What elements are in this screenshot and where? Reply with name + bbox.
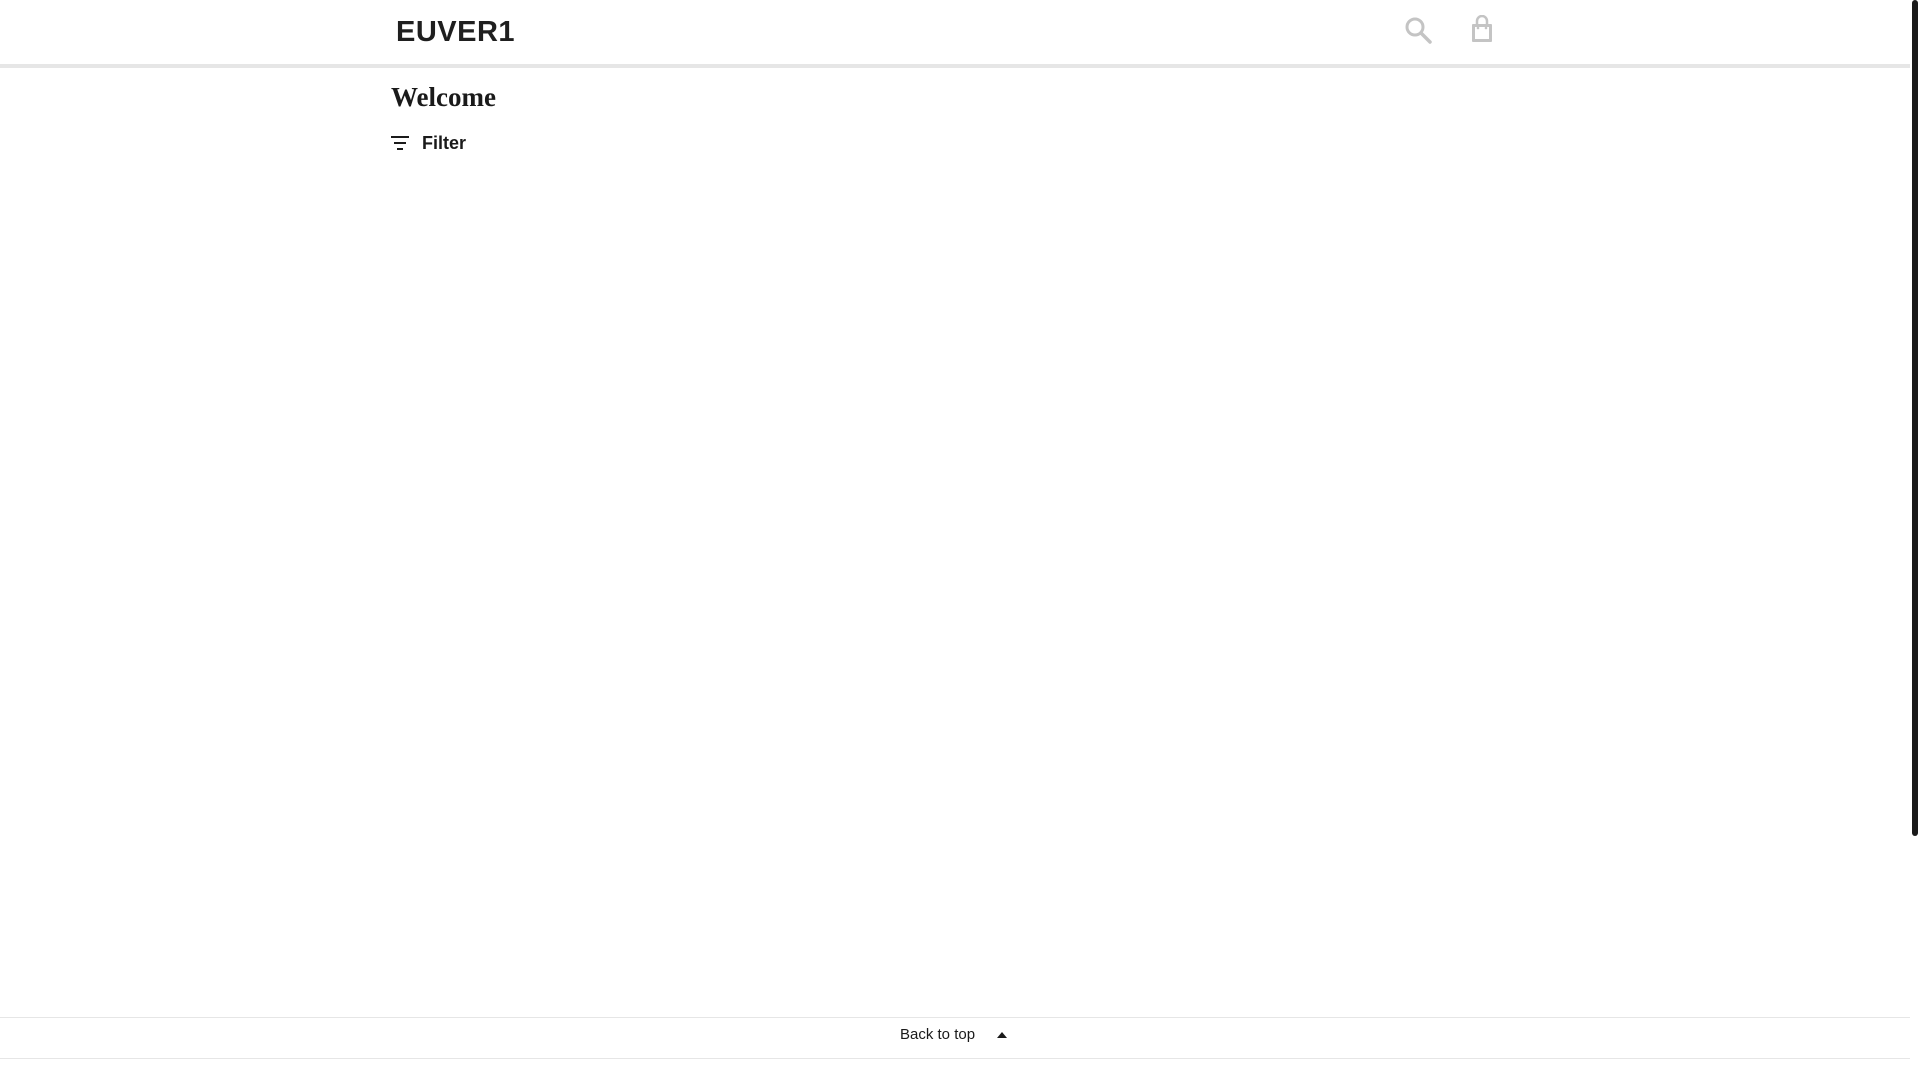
site-header: EUVER1	[0, 0, 1910, 68]
scrollbar-thumb[interactable]	[1912, 0, 1918, 836]
search-button[interactable]	[1403, 15, 1433, 45]
back-to-top-button[interactable]: Back to top	[900, 1026, 1008, 1043]
page-title: Welcome	[391, 82, 496, 112]
brand-logo[interactable]: EUVER1	[396, 14, 515, 50]
footer-bar: Back to top	[0, 1017, 1910, 1059]
search-icon	[1405, 17, 1432, 44]
back-to-top-label: Back to top	[900, 1026, 976, 1043]
caret-up-icon	[997, 1031, 1008, 1038]
page: EUVER1 Welcome Filter Back to top	[0, 0, 1920, 1080]
filter-button[interactable]: Filter	[390, 130, 466, 156]
cart-button[interactable]	[1467, 14, 1497, 45]
filter-label: Filter	[422, 132, 467, 153]
filter-icon	[391, 136, 409, 150]
shopping-bag-icon	[1472, 14, 1492, 42]
